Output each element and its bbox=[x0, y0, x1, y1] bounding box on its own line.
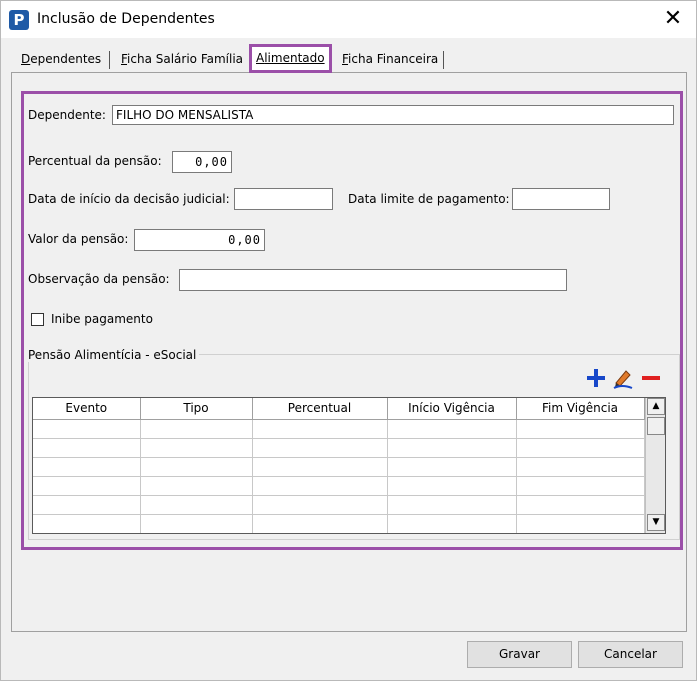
table-cell[interactable] bbox=[33, 438, 141, 458]
column-header-percentual[interactable]: Percentual bbox=[252, 398, 388, 420]
table-row[interactable] bbox=[33, 457, 645, 477]
table-cell[interactable] bbox=[387, 476, 517, 496]
dialog-window: P Inclusão de Dependentes ✕ Dependentes … bbox=[0, 0, 697, 681]
table-cell[interactable] bbox=[140, 438, 253, 458]
table-row[interactable] bbox=[33, 514, 645, 533]
table-row[interactable] bbox=[33, 476, 645, 496]
table-cell[interactable] bbox=[140, 514, 253, 533]
data-limite-label: Data limite de pagamento: bbox=[348, 192, 510, 206]
scroll-thumb[interactable] bbox=[647, 417, 665, 435]
table-row[interactable] bbox=[33, 419, 645, 439]
table-cell[interactable] bbox=[252, 495, 388, 515]
table-cell[interactable] bbox=[252, 457, 388, 477]
column-header-inicio-vigencia[interactable]: Início Vigência bbox=[387, 398, 517, 420]
column-header-tipo[interactable]: Tipo bbox=[140, 398, 253, 420]
app-logo-icon: P bbox=[9, 10, 29, 30]
scroll-down-icon[interactable]: ▼ bbox=[647, 514, 665, 531]
data-inicio-label: Data de início da decisão judicial: bbox=[28, 192, 230, 206]
table-cell[interactable] bbox=[516, 495, 645, 515]
plus-icon[interactable] bbox=[586, 368, 606, 388]
table-cell[interactable] bbox=[516, 419, 645, 439]
window-title: Inclusão de Dependentes bbox=[37, 11, 215, 27]
table-cell[interactable] bbox=[140, 457, 253, 477]
esocial-grid[interactable]: Evento Tipo Percentual Início Vigência F… bbox=[32, 397, 666, 534]
inibe-pagamento-checkbox[interactable] bbox=[31, 313, 44, 326]
cancel-button[interactable]: Cancelar bbox=[578, 641, 683, 668]
observacao-label: Observação da pensão: bbox=[28, 272, 170, 286]
minus-icon-graphic bbox=[642, 376, 660, 380]
table-cell[interactable] bbox=[33, 514, 141, 533]
table-cell[interactable] bbox=[33, 457, 141, 477]
percentual-field[interactable]: 0,00 bbox=[172, 151, 232, 173]
table-cell[interactable] bbox=[140, 476, 253, 496]
table-cell[interactable] bbox=[252, 438, 388, 458]
plus-icon-graphic bbox=[587, 369, 605, 387]
pencil-icon[interactable] bbox=[612, 367, 634, 389]
data-inicio-field[interactable] bbox=[234, 188, 333, 210]
table-cell[interactable] bbox=[33, 419, 141, 439]
table-cell[interactable] bbox=[387, 495, 517, 515]
dependente-field[interactable]: FILHO DO MENSALISTA bbox=[112, 105, 674, 125]
table-cell[interactable] bbox=[33, 495, 141, 515]
valor-field[interactable]: 0,00 bbox=[134, 229, 265, 251]
grid-header-row: Evento Tipo Percentual Início Vigência F… bbox=[33, 398, 645, 420]
table-row[interactable] bbox=[33, 438, 645, 458]
valor-label: Valor da pensão: bbox=[28, 232, 129, 246]
esocial-table: Evento Tipo Percentual Início Vigência F… bbox=[33, 398, 645, 533]
table-cell[interactable] bbox=[140, 495, 253, 515]
column-header-evento[interactable]: Evento bbox=[33, 398, 141, 420]
tab-separator bbox=[443, 51, 444, 69]
table-cell[interactable] bbox=[252, 419, 388, 439]
inibe-pagamento-label: Inibe pagamento bbox=[51, 312, 153, 326]
table-cell[interactable] bbox=[516, 457, 645, 477]
column-header-fim-vigencia[interactable]: Fim Vigência bbox=[516, 398, 645, 420]
tab-alimentado-label: Alimentado bbox=[256, 51, 325, 65]
grid-scrollbar[interactable]: ▲ ▼ bbox=[645, 398, 665, 533]
close-button[interactable]: ✕ bbox=[658, 5, 688, 33]
title-bar: P Inclusão de Dependentes ✕ bbox=[1, 1, 696, 38]
grid-body bbox=[33, 419, 645, 533]
dependente-label: Dependente: bbox=[28, 108, 106, 122]
table-cell[interactable] bbox=[252, 514, 388, 533]
data-limite-field[interactable] bbox=[512, 188, 610, 210]
tab-separator bbox=[109, 51, 110, 69]
table-cell[interactable] bbox=[387, 457, 517, 477]
percentual-label: Percentual da pensão: bbox=[28, 154, 162, 168]
table-row[interactable] bbox=[33, 495, 645, 515]
table-cell[interactable] bbox=[252, 476, 388, 496]
table-cell[interactable] bbox=[516, 476, 645, 496]
table-cell[interactable] bbox=[33, 476, 141, 496]
table-cell[interactable] bbox=[516, 514, 645, 533]
table-cell[interactable] bbox=[387, 438, 517, 458]
scroll-up-icon[interactable]: ▲ bbox=[647, 398, 665, 415]
minus-icon[interactable] bbox=[641, 368, 661, 388]
tab-ficha-financeira[interactable]: Ficha Financeira bbox=[338, 46, 442, 72]
esocial-group-title: Pensão Alimentícia - eSocial bbox=[28, 348, 200, 362]
save-button[interactable]: Gravar bbox=[467, 641, 572, 668]
observacao-field[interactable] bbox=[179, 269, 567, 291]
table-cell[interactable] bbox=[387, 514, 517, 533]
table-cell[interactable] bbox=[387, 419, 517, 439]
tab-alimentado[interactable]: Alimentado bbox=[249, 44, 332, 73]
table-cell[interactable] bbox=[140, 419, 253, 439]
tab-dependentes[interactable]: Dependentes bbox=[17, 46, 105, 72]
tab-ficha-salario-familia[interactable]: Ficha Salário Família bbox=[117, 46, 247, 72]
pencil-icon-graphic bbox=[613, 370, 633, 389]
table-cell[interactable] bbox=[516, 438, 645, 458]
